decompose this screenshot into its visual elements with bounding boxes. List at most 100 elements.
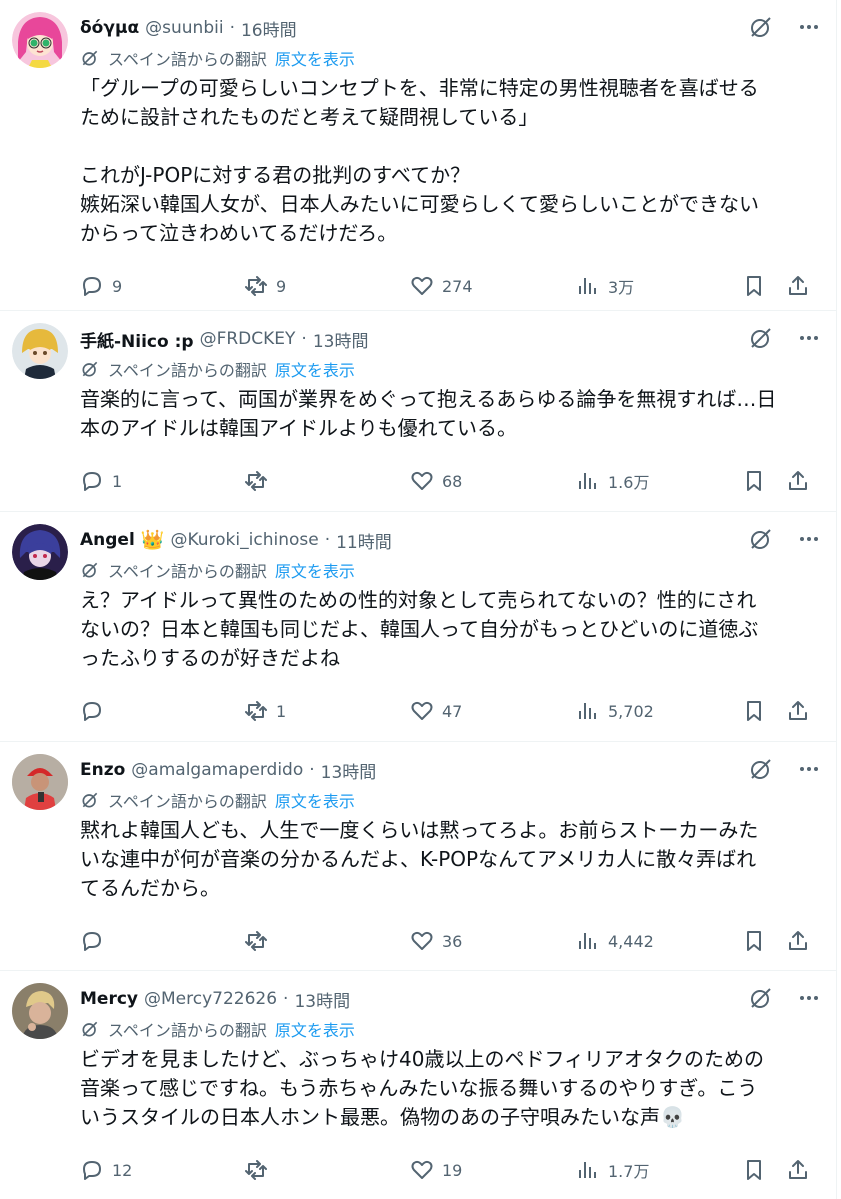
share-button[interactable]: [786, 274, 810, 298]
repost-button[interactable]: [244, 929, 276, 953]
avatar[interactable]: [12, 323, 68, 379]
share-button[interactable]: [786, 1158, 810, 1182]
bookmark-button[interactable]: [742, 469, 766, 493]
repost-button[interactable]: [244, 1158, 276, 1182]
user-handle[interactable]: @Mercy722626: [144, 989, 277, 1009]
like-button[interactable]: 36: [410, 929, 462, 953]
tweet-text: 「グループの可愛らしいコンセプトを、非常に特定の男性視聴者を喜ばせる ために設計…: [80, 76, 759, 245]
display-name[interactable]: 手紙-Niico :p: [80, 327, 194, 352]
repost-icon: [245, 701, 267, 721]
share-icon: [789, 276, 807, 295]
show-original-link[interactable]: 原文を表示: [275, 46, 355, 70]
user-handle[interactable]: @Kuroki_ichinose: [170, 530, 318, 550]
share-icon: [789, 1160, 807, 1179]
reply-button[interactable]: 12: [80, 1158, 132, 1182]
reply-button[interactable]: [80, 929, 112, 953]
heart-icon: [411, 701, 433, 720]
reply-button[interactable]: 1: [80, 469, 122, 493]
views-button[interactable]: 1.7万: [576, 1158, 649, 1182]
tweet-content: Enzo @amalgamaperdido · 13時間 スペイン語からの翻訳 …: [80, 754, 820, 981]
timestamp[interactable]: 13時間: [294, 987, 350, 1012]
grok-icon[interactable]: [748, 14, 774, 40]
display-name[interactable]: Enzo: [80, 760, 125, 780]
bookmark-button[interactable]: [742, 929, 766, 953]
grok-icon[interactable]: [748, 325, 774, 351]
grok-icon[interactable]: [748, 756, 774, 782]
share-icon: [789, 471, 807, 490]
repost-button[interactable]: [244, 469, 276, 493]
tweet-content: δόγμα @suunbii · 16時間 スペイン語からの翻訳 原文を表示 「…: [80, 12, 820, 326]
views-chart-icon: [579, 933, 596, 949]
show-original-link[interactable]: 原文を表示: [275, 788, 355, 812]
avatar[interactable]: [12, 754, 68, 810]
more-icon[interactable]: [796, 526, 822, 552]
translation-label: スペイン語からの翻訳: [108, 361, 267, 380]
user-handle[interactable]: @FRDCKEY: [200, 329, 296, 349]
more-icon[interactable]: [796, 325, 822, 351]
views-button[interactable]: 1.6万: [576, 469, 649, 493]
display-name[interactable]: Mercy: [80, 989, 138, 1009]
reply-count: 9: [112, 276, 123, 296]
grok-icon[interactable]: [748, 526, 774, 552]
timestamp[interactable]: 11時間: [336, 528, 392, 553]
display-name[interactable]: Angel: [80, 530, 135, 550]
tweet[interactable]: Angel 👑 @Kuroki_ichinose · 11時間 スペイン語からの…: [0, 512, 836, 742]
views-chart-icon: [579, 278, 596, 294]
avatar[interactable]: [12, 983, 68, 1039]
share-button[interactable]: [786, 699, 810, 723]
bookmark-icon: [747, 471, 761, 491]
views-button[interactable]: 4,442: [576, 929, 654, 953]
grok-translate-icon: [82, 361, 98, 377]
share-icon: [789, 931, 807, 950]
separator-dot: ·: [324, 530, 331, 550]
blond-man-photo-avatar-icon: [12, 983, 68, 1039]
reply-icon: [83, 1161, 101, 1180]
avatar[interactable]: [12, 524, 68, 580]
tweet[interactable]: Enzo @amalgamaperdido · 13時間 スペイン語からの翻訳 …: [0, 742, 836, 971]
view-count: 5,702: [608, 701, 654, 721]
translation-label: スペイン語からの翻訳: [108, 1021, 267, 1040]
share-button[interactable]: [786, 929, 810, 953]
grok-icon[interactable]: [748, 985, 774, 1011]
bookmark-button[interactable]: [742, 274, 766, 298]
timestamp[interactable]: 13時間: [321, 758, 377, 783]
timestamp[interactable]: 13時間: [313, 327, 369, 352]
views-chart-icon: [579, 1162, 596, 1178]
show-original-link[interactable]: 原文を表示: [275, 357, 355, 381]
heart-icon: [411, 1160, 433, 1179]
display-name[interactable]: δόγμα: [80, 18, 139, 38]
views-button[interactable]: 3万: [576, 274, 634, 298]
views-button[interactable]: 5,702: [576, 699, 654, 723]
reply-button[interactable]: 9: [80, 274, 122, 298]
reply-button[interactable]: [80, 699, 112, 723]
separator-dot: ·: [301, 329, 307, 349]
tweet-actions: 1 47 5,702: [80, 681, 820, 751]
tweet-content: Mercy @Mercy722626 · 13時間 スペイン語からの翻訳 原文を…: [80, 983, 820, 1199]
repost-button[interactable]: 9: [244, 274, 286, 298]
tweet-actions: 12 19 1.7万: [80, 1140, 820, 1199]
show-original-link[interactable]: 原文を表示: [275, 1017, 355, 1041]
like-button[interactable]: 47: [410, 699, 462, 723]
more-icon[interactable]: [796, 14, 822, 40]
share-button[interactable]: [786, 469, 810, 493]
bookmark-button[interactable]: [742, 1158, 766, 1182]
more-icon[interactable]: [796, 756, 822, 782]
like-button[interactable]: 274: [410, 274, 473, 298]
timestamp[interactable]: 16時間: [241, 16, 297, 41]
user-handle[interactable]: @amalgamaperdido: [131, 760, 303, 780]
user-handle[interactable]: @suunbii: [145, 18, 223, 38]
bookmark-button[interactable]: [742, 699, 766, 723]
avatar[interactable]: [12, 12, 68, 68]
tweet[interactable]: 手紙-Niico :p @FRDCKEY · 13時間 スペイン語からの翻訳 原…: [0, 311, 836, 512]
heart-icon: [411, 471, 433, 490]
bookmark-icon: [747, 701, 761, 721]
show-original-link[interactable]: 原文を表示: [275, 558, 355, 582]
tweet[interactable]: δόγμα @suunbii · 16時間 スペイン語からの翻訳 原文を表示 「…: [0, 0, 836, 311]
like-button[interactable]: 19: [410, 1158, 462, 1182]
more-icon[interactable]: [796, 985, 822, 1011]
repost-button[interactable]: 1: [244, 699, 286, 723]
tweet-header: δόγμα @suunbii · 16時間: [80, 12, 820, 44]
like-button[interactable]: 68: [410, 469, 462, 493]
tweet[interactable]: Mercy @Mercy722626 · 13時間 スペイン語からの翻訳 原文を…: [0, 971, 836, 1199]
tweet-header-actions: [748, 325, 822, 351]
